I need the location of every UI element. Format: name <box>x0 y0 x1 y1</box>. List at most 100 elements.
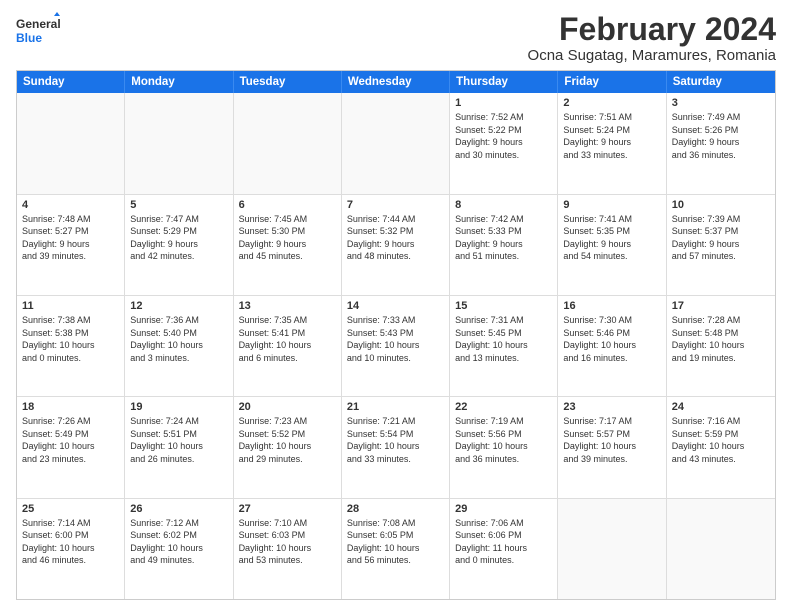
cell-info: Sunrise: 7:23 AM Sunset: 5:52 PM Dayligh… <box>239 415 336 465</box>
calendar-row: 11 Sunrise: 7:38 AM Sunset: 5:38 PM Dayli… <box>17 296 775 397</box>
day-number: 24 <box>672 401 770 413</box>
day-number: 28 <box>347 503 444 515</box>
calendar-cell: 5 Sunrise: 7:47 AM Sunset: 5:29 PM Daylig… <box>125 195 233 295</box>
cell-info: Sunrise: 7:26 AM Sunset: 5:49 PM Dayligh… <box>22 415 119 465</box>
calendar-header-cell: Thursday <box>450 71 558 93</box>
cell-info: Sunrise: 7:42 AM Sunset: 5:33 PM Dayligh… <box>455 213 552 263</box>
day-number: 15 <box>455 300 552 312</box>
calendar-cell: 27Sunrise: 7:10 AM Sunset: 6:03 PM Dayli… <box>234 499 342 599</box>
calendar-cell: 28 Sunrise: 7:08 AM Sunset: 6:05 PM Dayli… <box>342 499 450 599</box>
cell-info: Sunrise: 7:49 AM Sunset: 5:26 PM Dayligh… <box>672 111 770 161</box>
day-number: 3 <box>672 97 770 109</box>
day-number: 5 <box>130 199 227 211</box>
calendar-cell: 2 Sunrise: 7:51 AM Sunset: 5:24 PM Daylig… <box>558 93 666 193</box>
day-number: 12 <box>130 300 227 312</box>
calendar-row: 1 Sunrise: 7:52 AM Sunset: 5:22 PM Daylig… <box>17 93 775 194</box>
calendar-header-cell: Wednesday <box>342 71 450 93</box>
day-number: 2 <box>563 97 660 109</box>
day-number: 11 <box>22 300 119 312</box>
day-number: 19 <box>130 401 227 413</box>
day-number: 14 <box>347 300 444 312</box>
day-number: 16 <box>563 300 660 312</box>
calendar-cell: 15Sunrise: 7:31 AM Sunset: 5:45 PM Dayli… <box>450 296 558 396</box>
calendar-cell: 22 Sunrise: 7:19 AM Sunset: 5:56 PM Dayli… <box>450 397 558 497</box>
cell-info: Sunrise: 7:30 AM Sunset: 5:46 PM Dayligh… <box>563 314 660 364</box>
calendar-header: SundayMondayTuesdayWednesdayThursdayFrid… <box>17 71 775 93</box>
svg-text:Blue: Blue <box>16 31 42 45</box>
day-number: 25 <box>22 503 119 515</box>
calendar-body: 1 Sunrise: 7:52 AM Sunset: 5:22 PM Daylig… <box>17 93 775 599</box>
calendar-row: 25 Sunrise: 7:14 AM Sunset: 6:00 PM Dayli… <box>17 499 775 599</box>
svg-text:General: General <box>16 17 60 31</box>
calendar-header-cell: Friday <box>558 71 666 93</box>
cell-info: Sunrise: 7:38 AM Sunset: 5:38 PM Dayligh… <box>22 314 119 364</box>
cell-info: Sunrise: 7:47 AM Sunset: 5:29 PM Dayligh… <box>130 213 227 263</box>
calendar-cell: 24 Sunrise: 7:16 AM Sunset: 5:59 PM Dayli… <box>667 397 775 497</box>
calendar-header-cell: Saturday <box>667 71 775 93</box>
day-number: 17 <box>672 300 770 312</box>
calendar-row: 18 Sunrise: 7:26 AM Sunset: 5:49 PM Dayli… <box>17 397 775 498</box>
calendar-cell: 4 Sunrise: 7:48 AM Sunset: 5:27 PM Daylig… <box>17 195 125 295</box>
calendar-cell: 1 Sunrise: 7:52 AM Sunset: 5:22 PM Daylig… <box>450 93 558 193</box>
day-number: 18 <box>22 401 119 413</box>
calendar: SundayMondayTuesdayWednesdayThursdayFrid… <box>16 70 776 600</box>
cell-info: Sunrise: 7:10 AM Sunset: 6:03 PM Dayligh… <box>239 517 336 567</box>
cell-info: Sunrise: 7:39 AM Sunset: 5:37 PM Dayligh… <box>672 213 770 263</box>
cell-info: Sunrise: 7:52 AM Sunset: 5:22 PM Dayligh… <box>455 111 552 161</box>
day-number: 8 <box>455 199 552 211</box>
calendar-cell: 16 Sunrise: 7:30 AM Sunset: 5:46 PM Dayli… <box>558 296 666 396</box>
day-number: 29 <box>455 503 552 515</box>
calendar-header-cell: Monday <box>125 71 233 93</box>
calendar-cell <box>342 93 450 193</box>
cell-info: Sunrise: 7:36 AM Sunset: 5:40 PM Dayligh… <box>130 314 227 364</box>
cell-info: Sunrise: 7:06 AM Sunset: 6:06 PM Dayligh… <box>455 517 552 567</box>
calendar-cell <box>667 499 775 599</box>
calendar-cell: 18 Sunrise: 7:26 AM Sunset: 5:49 PM Dayli… <box>17 397 125 497</box>
calendar-cell: 14 Sunrise: 7:33 AM Sunset: 5:43 PM Dayli… <box>342 296 450 396</box>
logo-svg: General Blue <box>16 12 60 48</box>
calendar-cell: 23 Sunrise: 7:17 AM Sunset: 5:57 PM Dayli… <box>558 397 666 497</box>
cell-info: Sunrise: 7:24 AM Sunset: 5:51 PM Dayligh… <box>130 415 227 465</box>
calendar-cell: 10 Sunrise: 7:39 AM Sunset: 5:37 PM Dayli… <box>667 195 775 295</box>
calendar-cell: 21 Sunrise: 7:21 AM Sunset: 5:54 PM Dayli… <box>342 397 450 497</box>
calendar-row: 4 Sunrise: 7:48 AM Sunset: 5:27 PM Daylig… <box>17 195 775 296</box>
day-number: 23 <box>563 401 660 413</box>
calendar-cell: 17Sunrise: 7:28 AM Sunset: 5:48 PM Dayli… <box>667 296 775 396</box>
calendar-cell: 7 Sunrise: 7:44 AM Sunset: 5:32 PM Daylig… <box>342 195 450 295</box>
cell-info: Sunrise: 7:21 AM Sunset: 5:54 PM Dayligh… <box>347 415 444 465</box>
cell-info: Sunrise: 7:48 AM Sunset: 5:27 PM Dayligh… <box>22 213 119 263</box>
calendar-cell <box>17 93 125 193</box>
day-number: 4 <box>22 199 119 211</box>
day-number: 26 <box>130 503 227 515</box>
calendar-cell: 8 Sunrise: 7:42 AM Sunset: 5:33 PM Daylig… <box>450 195 558 295</box>
day-number: 21 <box>347 401 444 413</box>
calendar-cell <box>558 499 666 599</box>
title-block: February 2024 Ocna Sugatag, Maramures, R… <box>528 12 776 64</box>
calendar-cell: 13Sunrise: 7:35 AM Sunset: 5:41 PM Dayli… <box>234 296 342 396</box>
calendar-cell: 20 Sunrise: 7:23 AM Sunset: 5:52 PM Dayli… <box>234 397 342 497</box>
calendar-cell: 19 Sunrise: 7:24 AM Sunset: 5:51 PM Dayli… <box>125 397 233 497</box>
day-number: 10 <box>672 199 770 211</box>
cell-info: Sunrise: 7:17 AM Sunset: 5:57 PM Dayligh… <box>563 415 660 465</box>
day-number: 1 <box>455 97 552 109</box>
cell-info: Sunrise: 7:33 AM Sunset: 5:43 PM Dayligh… <box>347 314 444 364</box>
subtitle: Ocna Sugatag, Maramures, Romania <box>528 47 776 64</box>
calendar-cell: 3 Sunrise: 7:49 AM Sunset: 5:26 PM Daylig… <box>667 93 775 193</box>
day-number: 13 <box>239 300 336 312</box>
cell-info: Sunrise: 7:44 AM Sunset: 5:32 PM Dayligh… <box>347 213 444 263</box>
cell-info: Sunrise: 7:51 AM Sunset: 5:24 PM Dayligh… <box>563 111 660 161</box>
day-number: 6 <box>239 199 336 211</box>
day-number: 9 <box>563 199 660 211</box>
day-number: 7 <box>347 199 444 211</box>
cell-info: Sunrise: 7:08 AM Sunset: 6:05 PM Dayligh… <box>347 517 444 567</box>
calendar-cell: 29 Sunrise: 7:06 AM Sunset: 6:06 PM Dayli… <box>450 499 558 599</box>
calendar-cell: 26Sunrise: 7:12 AM Sunset: 6:02 PM Dayli… <box>125 499 233 599</box>
day-number: 20 <box>239 401 336 413</box>
calendar-cell: 11 Sunrise: 7:38 AM Sunset: 5:38 PM Dayli… <box>17 296 125 396</box>
logo: General Blue <box>16 12 60 48</box>
calendar-cell: 9Sunrise: 7:41 AM Sunset: 5:35 PM Daylig… <box>558 195 666 295</box>
cell-info: Sunrise: 7:16 AM Sunset: 5:59 PM Dayligh… <box>672 415 770 465</box>
cell-info: Sunrise: 7:14 AM Sunset: 6:00 PM Dayligh… <box>22 517 119 567</box>
day-number: 22 <box>455 401 552 413</box>
cell-info: Sunrise: 7:19 AM Sunset: 5:56 PM Dayligh… <box>455 415 552 465</box>
